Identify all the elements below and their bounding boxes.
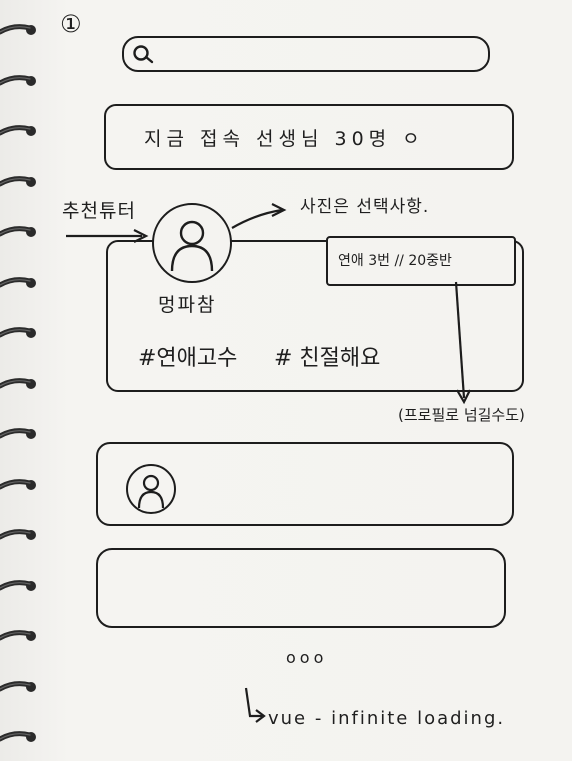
annotation-arrows [66, 203, 471, 723]
